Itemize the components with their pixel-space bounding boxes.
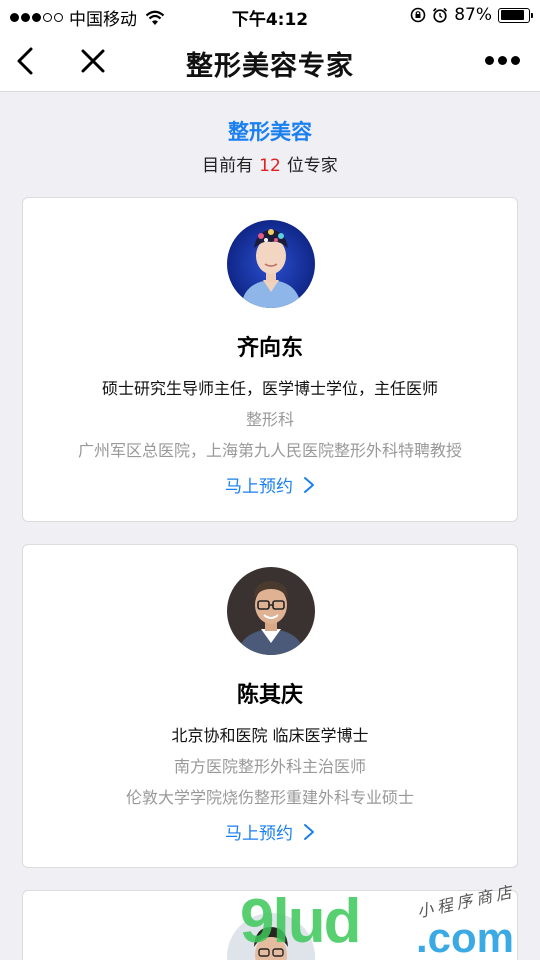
doctor-affiliation: 广州军区总医院，上海第九人民医院整形外科特聘教授 (77, 441, 462, 460)
battery-icon (498, 7, 533, 23)
doctor-department: 南方医院整形外科主治医师 (173, 757, 366, 776)
chevron-right-icon (304, 476, 314, 493)
doctor-title: 硕士研究生导师主任，医学博士学位，主任医师 (101, 379, 438, 398)
doctor-title: 北京协和医院 临床医学博士 (171, 726, 369, 745)
expert-count-number: 12 (259, 156, 281, 176)
more-options-icon[interactable] (485, 56, 520, 65)
expert-count: 目前有 12 位专家 (0, 151, 540, 176)
section-title: 整形美容 (228, 120, 312, 144)
chevron-right-icon (304, 823, 314, 840)
navigation-bar: 整形美容专家 (0, 30, 540, 92)
book-now-button[interactable]: 马上预约 (23, 819, 517, 844)
expert-count-suffix: 位专家 (286, 156, 338, 176)
status-bar: 中国移动 下午4:12 87% (0, 0, 540, 30)
rotation-lock-icon (410, 7, 426, 23)
status-right: 87% (410, 5, 533, 25)
doctor-card[interactable] (22, 890, 518, 960)
doctor-avatar (227, 913, 315, 960)
book-now-label: 马上预约 (225, 824, 293, 844)
book-now-label: 马上预约 (225, 477, 293, 497)
doctor-affiliation: 伦敦大学学院烧伤整形重建外科专业硕士 (125, 788, 414, 807)
battery-percent: 87% (454, 5, 492, 25)
book-now-button[interactable]: 马上预约 (23, 472, 517, 497)
doctor-department: 整形科 (245, 410, 294, 429)
expert-count-prefix: 目前有 (202, 156, 254, 176)
page-title: 整形美容专家 (186, 51, 354, 82)
doctor-name: 陈其庆 (236, 683, 303, 708)
alarm-icon (433, 7, 448, 23)
doctor-card[interactable]: 陈其庆 北京协和医院 临床医学博士 南方医院整形外科主治医师 伦敦大学学院烧伤整… (22, 544, 518, 868)
doctor-card[interactable]: 齐向东 硕士研究生导师主任，医学博士学位，主任医师 整形科 广州军区总医院，上海… (22, 197, 518, 522)
doctor-avatar (227, 220, 315, 308)
battery-level (500, 10, 524, 20)
doctor-name: 齐向东 (236, 336, 303, 361)
doctor-avatar (227, 567, 315, 655)
